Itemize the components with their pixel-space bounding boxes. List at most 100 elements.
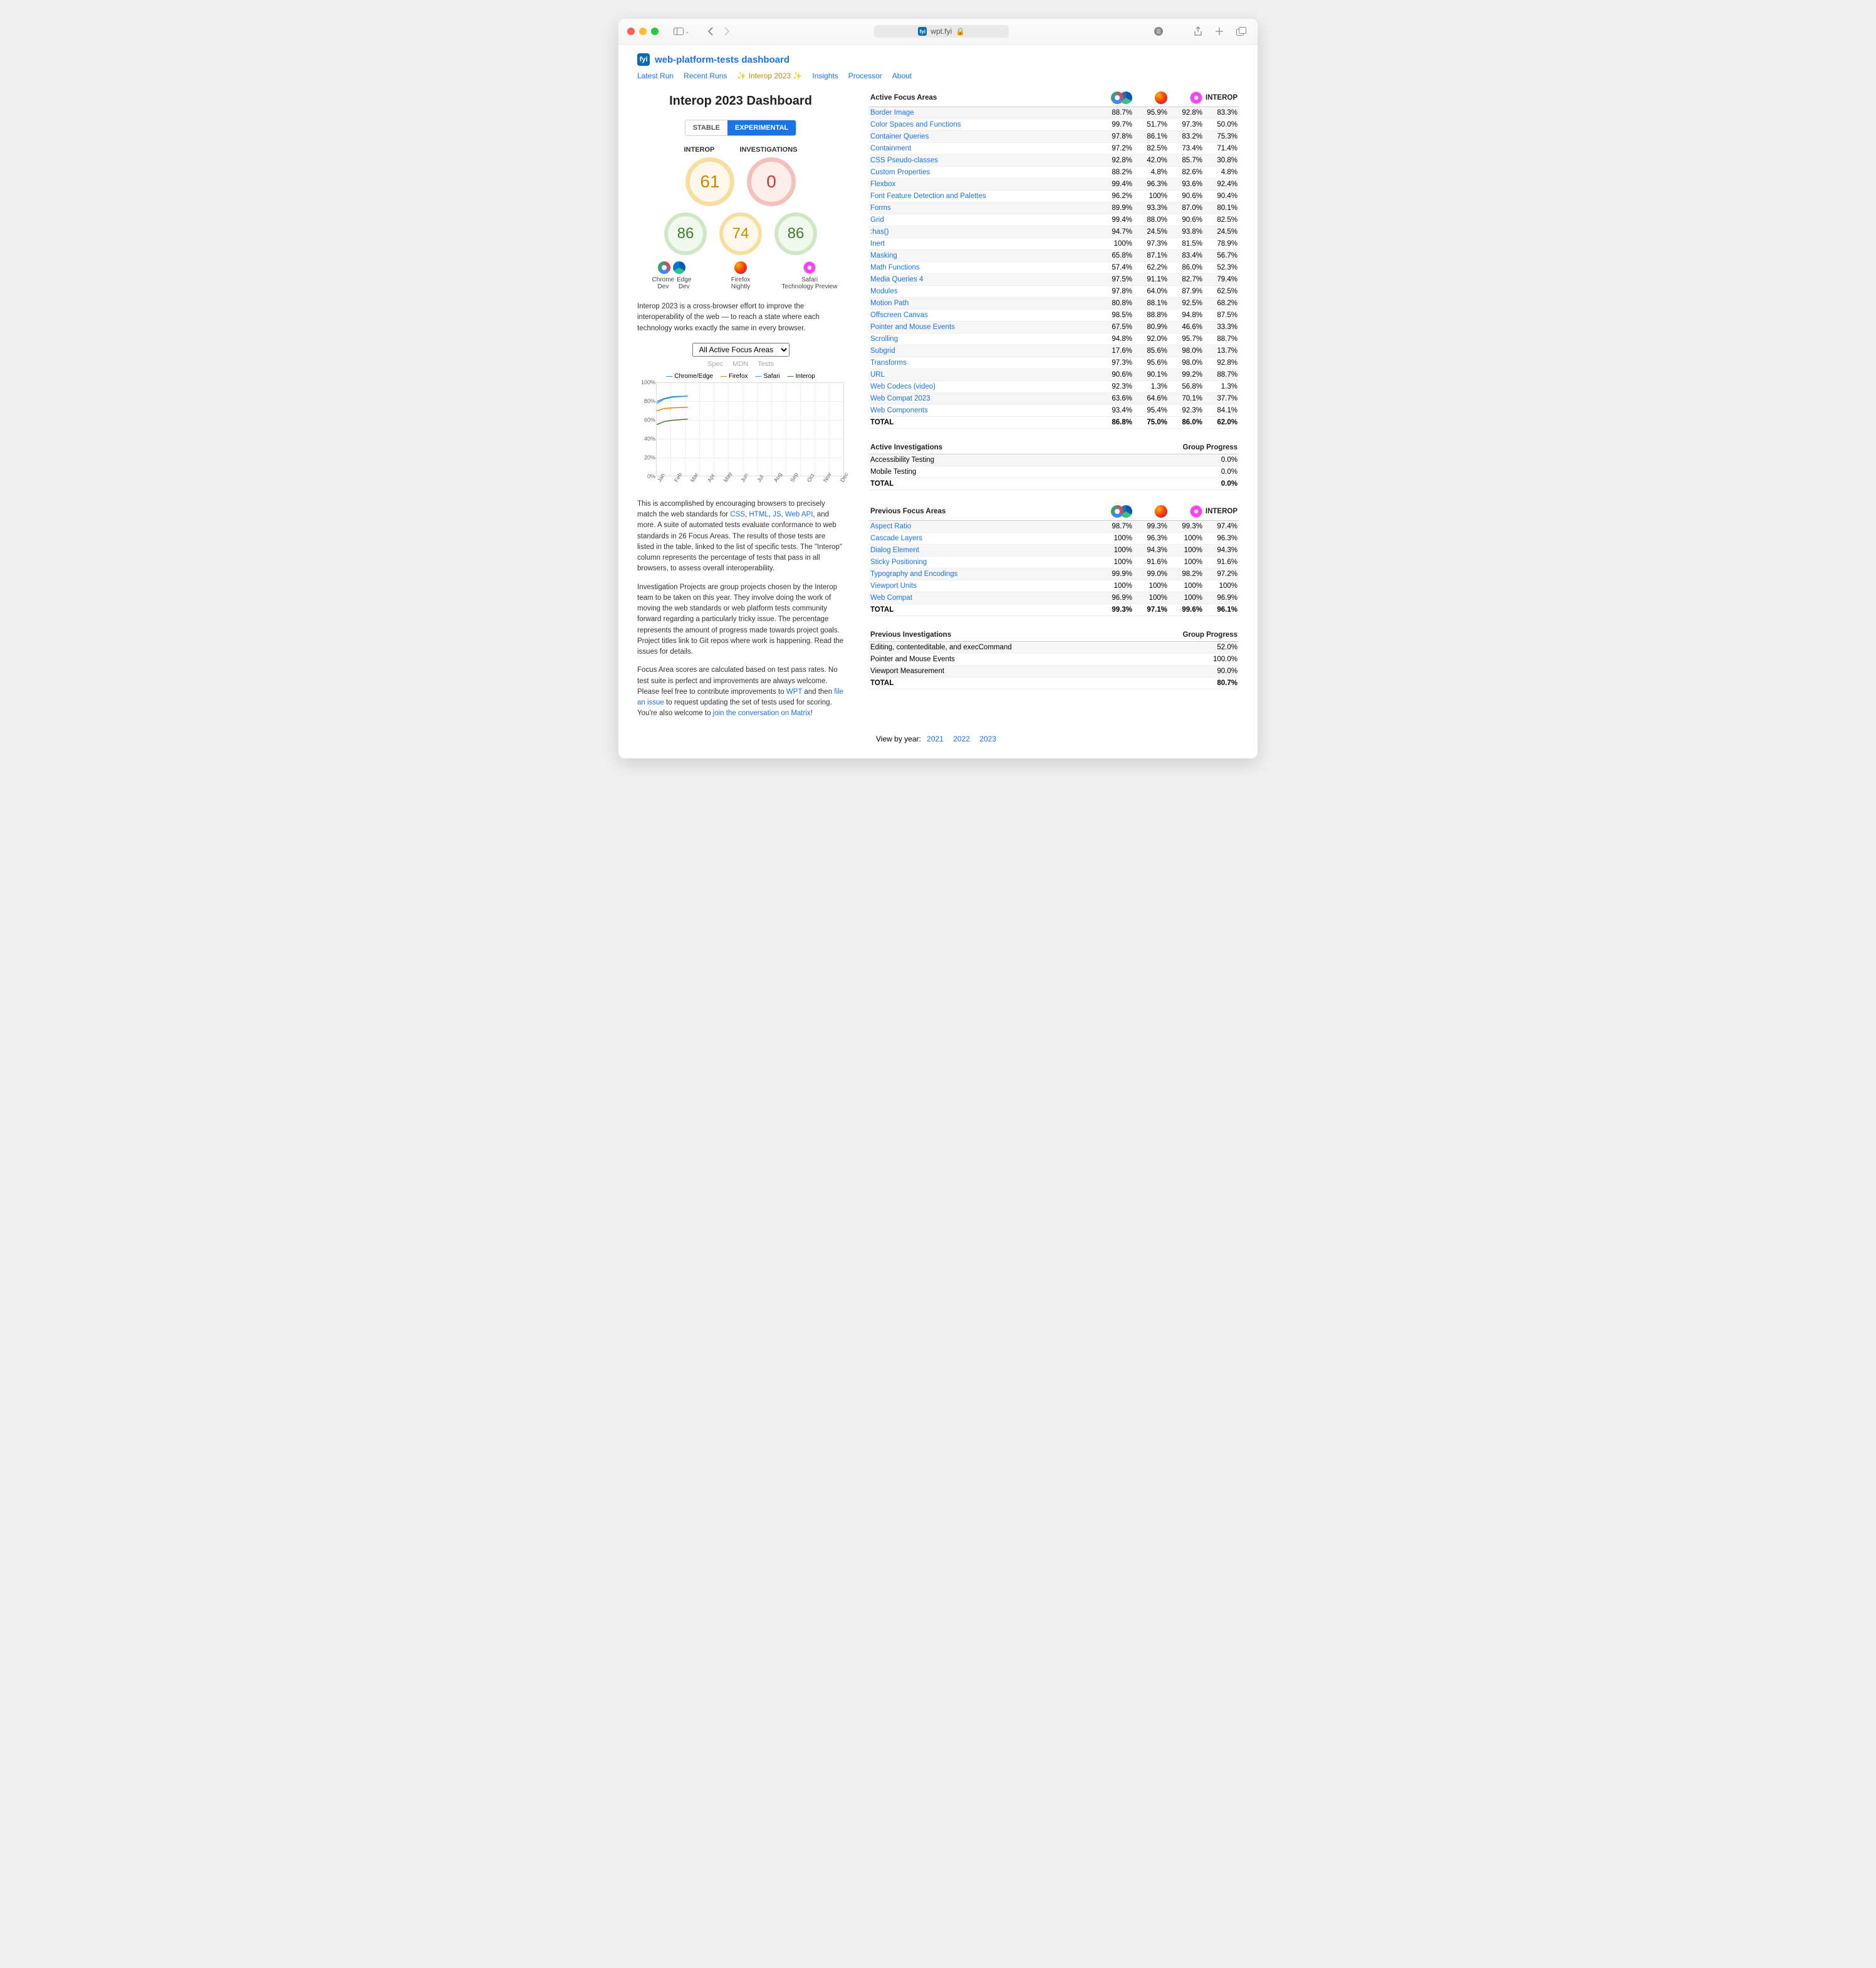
focus-area-link[interactable]: Color Spaces and Functions [870,121,961,128]
table-row: Pointer and Mouse Events67.5%80.9%46.6%3… [869,322,1239,333]
table-total-row: TOTAL80.7% [869,678,1239,689]
focus-area-link[interactable]: Container Queries [870,133,929,140]
nav-recent-runs[interactable]: Recent Runs [684,71,727,80]
focus-area-link[interactable]: Motion Path [870,300,909,307]
chrome-icon [658,261,670,274]
focus-area-link[interactable]: Dialog Element [870,547,919,554]
focus-area-link[interactable]: Web Compat 2023 [870,395,930,402]
sublink-spec[interactable]: Spec [707,360,723,368]
sublink-mdn[interactable]: MDN [732,360,748,368]
nav-insights[interactable]: Insights [812,71,838,80]
focus-area-link[interactable]: Media Queries 4 [870,276,923,283]
focus-area-link[interactable]: Modules [870,288,897,295]
focus-area-link[interactable]: Custom Properties [870,169,930,176]
focus-area-link[interactable]: Font Feature Detection and Palettes [870,192,986,200]
browser-window: ⌄ fyi wpt.fyi 🔒 [618,19,1258,758]
channel-toggle: STABLE EXPERIMENTAL [685,120,797,136]
table-row: Mobile Testing0.0% [869,466,1239,478]
sublinks: Spec MDN Tests [637,360,844,368]
table-row: Media Queries 497.5%91.1%82.7%79.4% [869,274,1239,286]
ring-firefox: 74 [719,212,762,255]
table-row: Viewport Measurement90.0% [869,666,1239,678]
table-row: Motion Path80.8%88.1%92.5%68.2% [869,298,1239,310]
table-row: Subgrid17.6%85.6%98.0%13.7% [869,345,1239,357]
focus-area-link[interactable]: Grid [870,216,884,224]
ring-investigations: 0 [747,157,796,206]
nav-latest-run[interactable]: Latest Run [637,71,674,80]
focus-area-link[interactable]: Flexbox [870,181,895,188]
table-row: Scrolling94.8%92.0%95.7%88.7% [869,333,1239,345]
toggle-stable[interactable]: STABLE [685,120,727,135]
table-total-row: TOTAL0.0% [869,478,1239,490]
table-row: Border Image88.7%95.9%92.8%83.3% [869,107,1239,119]
nav-about[interactable]: About [892,71,912,80]
browser-firefox: Firefox Nightly [712,261,769,290]
main-nav: Latest Run Recent Runs ✨ Interop 2023 ✨ … [637,68,1239,89]
forward-icon [721,27,732,36]
site-header: fyi web-platform-tests dashboard [637,51,1239,68]
focus-area-link[interactable]: Masking [870,252,897,259]
new-tab-icon[interactable] [1212,26,1226,36]
focus-area-link[interactable]: Offscreen Canvas [870,311,928,319]
focus-area-link[interactable]: Web Compat [870,594,912,602]
focus-area-link[interactable]: Subgrid [870,347,895,355]
previous-investigations-table: Previous Investigations Group Progress E… [869,629,1239,689]
description-paragraph: This is accomplished by encouraging brow… [637,499,844,575]
focus-area-link[interactable]: CSS Pseudo-classes [870,157,938,164]
traffic-lights [627,28,659,35]
minimize-window-icon[interactable] [639,28,647,35]
focus-area-link[interactable]: Scrolling [870,335,898,343]
focus-area-link[interactable]: Math Functions [870,264,920,271]
focus-area-link[interactable]: Containment [870,145,911,152]
focus-area-link[interactable]: URL [870,371,885,379]
table-row: Dialog Element100%94.3%100%94.3% [869,545,1239,557]
table-row: Web Compat 202363.6%64.6%70.1%37.7% [869,393,1239,405]
tabs-icon[interactable] [1234,26,1249,36]
share-icon[interactable] [1191,26,1205,36]
focus-area-link[interactable]: Viewport Units [870,582,917,590]
site-title[interactable]: web-platform-tests dashboard [655,55,789,65]
contribute-paragraph: Focus Area scores are calculated based o… [637,665,844,719]
nav-processor[interactable]: Processor [848,71,882,80]
focus-area-link[interactable]: Sticky Positioning [870,558,927,566]
active-focus-areas-table: Active Focus Areas INTEROP Border Image8… [869,89,1239,429]
ring-label-investigations: INVESTIGATIONS [739,146,797,154]
table-row: Modules97.8%64.0%87.9%62.5% [869,286,1239,298]
focus-area-link[interactable]: Cascade Layers [870,535,922,542]
focus-area-link[interactable]: Web Codecs (video) [870,383,935,390]
year-link-2021[interactable]: 2021 [927,735,944,743]
focus-area-link[interactable]: Pointer and Mouse Events [870,323,955,331]
focus-area-link[interactable]: Typography and Encodings [870,570,957,578]
col-header-chrome [1098,89,1133,107]
col-header-safari [1169,89,1204,107]
focus-area-select[interactable]: All Active Focus Areas [692,343,789,357]
zoom-window-icon[interactable] [651,28,659,35]
focus-area-link[interactable]: Forms [870,204,891,212]
toggle-experimental[interactable]: EXPERIMENTAL [727,120,796,135]
table-row: Color Spaces and Functions99.7%51.7%97.3… [869,119,1239,131]
table-row: Web Codecs (video)92.3%1.3%56.8%1.3% [869,381,1239,393]
back-icon[interactable] [705,27,716,36]
progress-chart: 100%80%60%40%20%0% [656,382,844,476]
table-row: Transforms97.3%95.6%98.0%92.8% [869,357,1239,369]
site-logo-icon[interactable]: fyi [637,53,650,66]
table-row: Masking65.8%87.1%83.4%56.7% [869,250,1239,262]
focus-area-link[interactable]: Web Components [870,407,928,414]
focus-area-link[interactable]: Border Image [870,109,914,117]
focus-area-link[interactable]: Aspect Ratio [870,523,911,530]
sidebar-toggle-icon[interactable]: ⌄ [671,28,692,35]
reader-mode-icon[interactable] [1151,26,1166,36]
address-bar[interactable]: fyi wpt.fyi 🔒 [737,25,1146,38]
year-link-2023[interactable]: 2023 [979,735,996,743]
year-link-2022[interactable]: 2022 [953,735,970,743]
firefox-icon [734,261,747,274]
table-row: Inert100%97.3%81.5%78.9% [869,238,1239,250]
investigation-paragraph: Investigation Projects are group project… [637,582,844,658]
sublink-tests[interactable]: Tests [758,360,774,368]
focus-area-link[interactable]: Transforms [870,359,907,367]
focus-area-link[interactable]: :has() [870,228,888,236]
close-window-icon[interactable] [627,28,635,35]
col-header-name: Active Focus Areas [869,89,1098,107]
focus-area-link[interactable]: Inert [870,240,885,248]
nav-interop-2023[interactable]: ✨ Interop 2023 ✨ [737,71,802,80]
